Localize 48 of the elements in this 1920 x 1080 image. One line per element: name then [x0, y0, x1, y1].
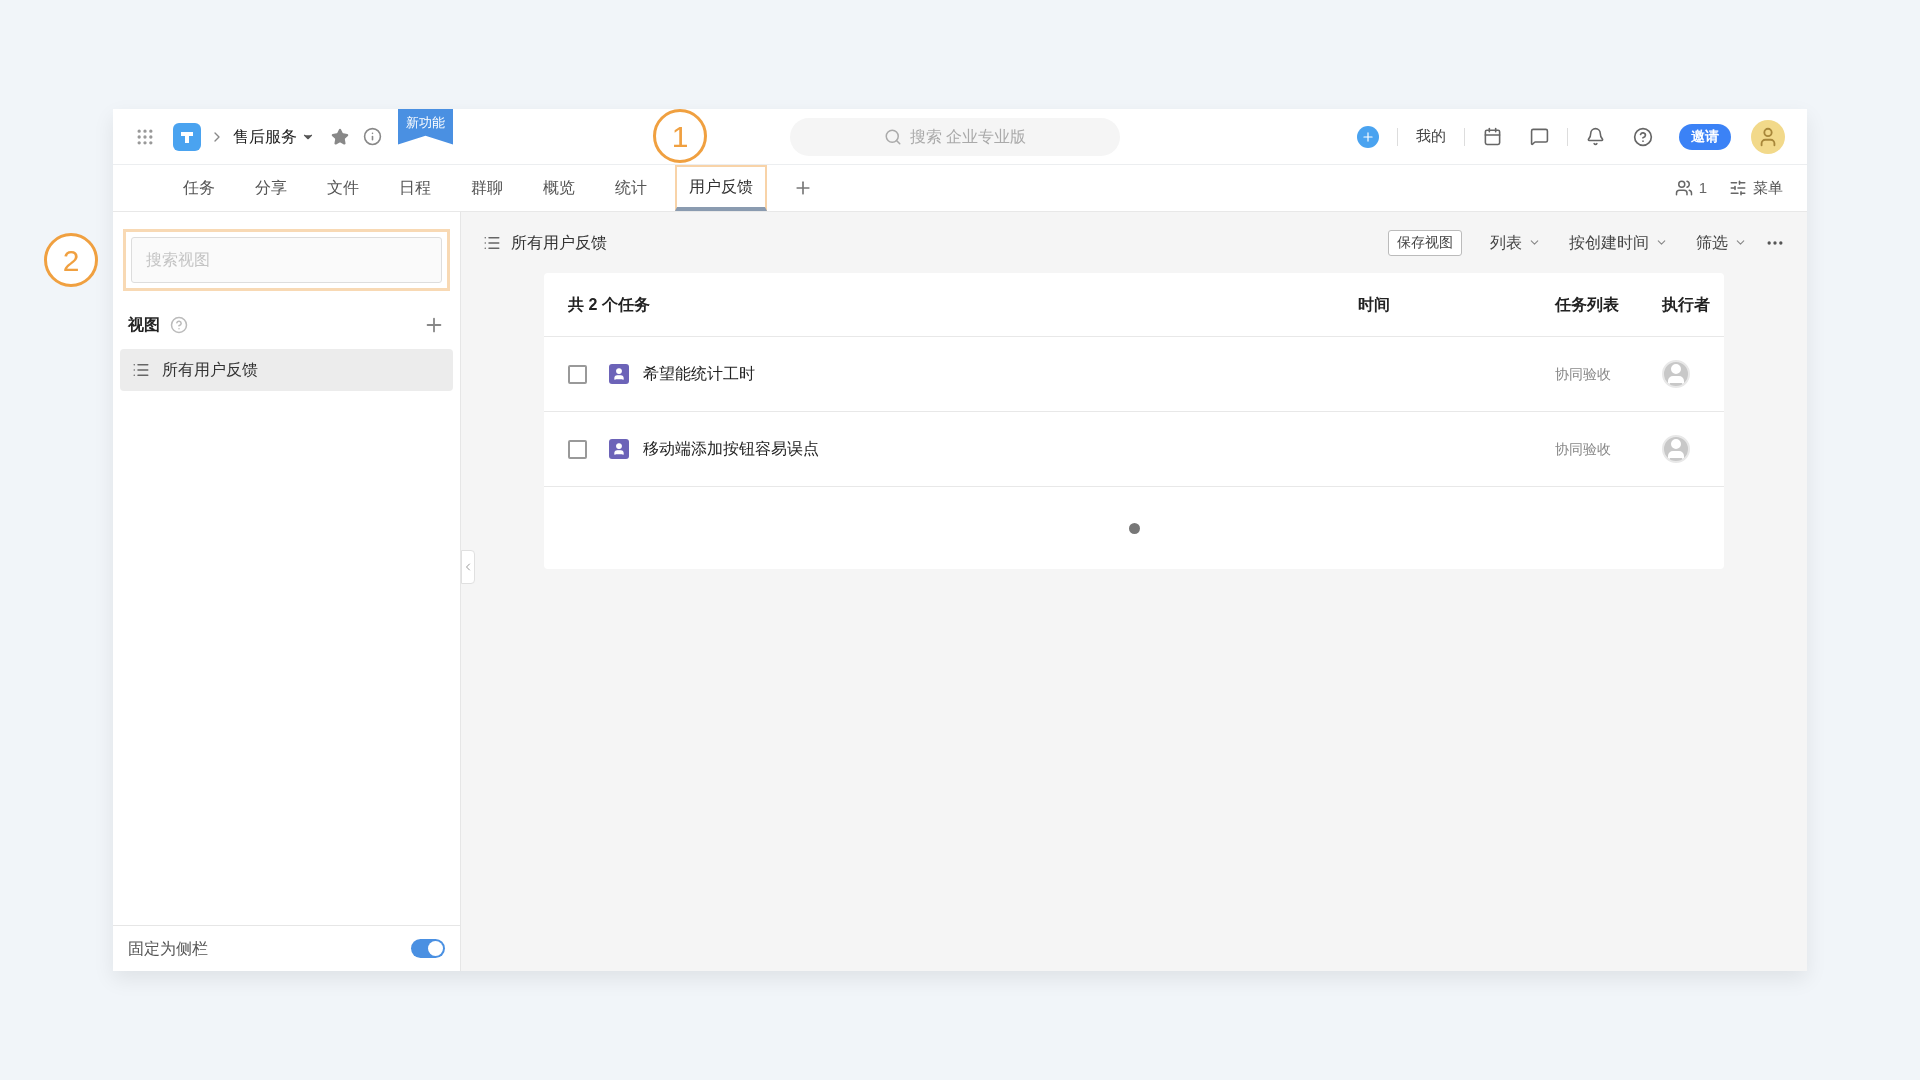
views-heading: 视图: [128, 315, 160, 335]
list-icon: [132, 361, 150, 379]
tab[interactable]: 群聊: [459, 165, 515, 211]
star-icon[interactable]: [331, 127, 349, 146]
tab[interactable]: 日程: [387, 165, 443, 211]
column-header: 任务列表: [1555, 294, 1620, 315]
tab[interactable]: 统计: [603, 165, 659, 211]
view-title: 所有用户反馈: [511, 232, 607, 253]
toolbar-dropdown[interactable]: 按创建时间: [1569, 230, 1668, 255]
members-icon[interactable]: [1674, 179, 1693, 197]
column-header: 执行者: [1662, 294, 1710, 315]
calendar-icon[interactable]: [1483, 127, 1502, 146]
info-icon[interactable]: [363, 127, 382, 146]
help-icon[interactable]: [1633, 126, 1653, 147]
tab[interactable]: 文件: [315, 165, 371, 211]
settings-sliders-icon[interactable]: [1729, 179, 1747, 197]
column-header: 共 2 个任务: [568, 294, 651, 315]
task-list-cell-text: 协同验收: [1555, 364, 1612, 384]
annotation-marker: 2: [44, 233, 98, 287]
invite-button[interactable]: 邀请: [1679, 123, 1731, 150]
project-dropdown[interactable]: 售后服务: [233, 124, 315, 149]
column-header: 时间: [1358, 294, 1391, 315]
user-avatar[interactable]: [1751, 119, 1785, 154]
menu-button[interactable]: 菜单: [1753, 176, 1783, 200]
pin-toggle[interactable]: [411, 939, 445, 958]
tab[interactable]: 概览: [531, 165, 587, 211]
tab[interactable]: 分享: [243, 165, 299, 211]
user-card-icon: [609, 364, 629, 384]
notification-bell-icon[interactable]: [1586, 127, 1605, 146]
message-icon[interactable]: [1530, 127, 1549, 146]
view-item[interactable]: 所有用户反馈: [120, 349, 453, 391]
pin-sidebar-label: 固定为侧栏: [128, 938, 208, 959]
task-checkbox[interactable]: [568, 439, 587, 459]
search-icon: [883, 127, 902, 146]
toolbar-dropdown[interactable]: 筛选: [1696, 230, 1747, 255]
add-icon[interactable]: [1357, 125, 1379, 148]
task-title[interactable]: 希望能统计工时: [643, 362, 755, 386]
my-link[interactable]: 我的: [1416, 125, 1446, 148]
toolbar-dropdown[interactable]: 列表: [1490, 230, 1541, 255]
task-list-cell-text: 协同验收: [1555, 439, 1612, 459]
collapse-handle[interactable]: [461, 550, 475, 584]
user-card-icon: [609, 439, 629, 459]
task-checkbox[interactable]: [568, 364, 587, 384]
save-view-button[interactable]: 保存视图: [1388, 229, 1462, 256]
tab[interactable]: 任务: [171, 165, 227, 211]
task-title[interactable]: 移动端添加按钮容易误点: [643, 437, 819, 461]
app-logo-icon[interactable]: [173, 122, 201, 151]
member-count[interactable]: 1: [1698, 176, 1707, 200]
